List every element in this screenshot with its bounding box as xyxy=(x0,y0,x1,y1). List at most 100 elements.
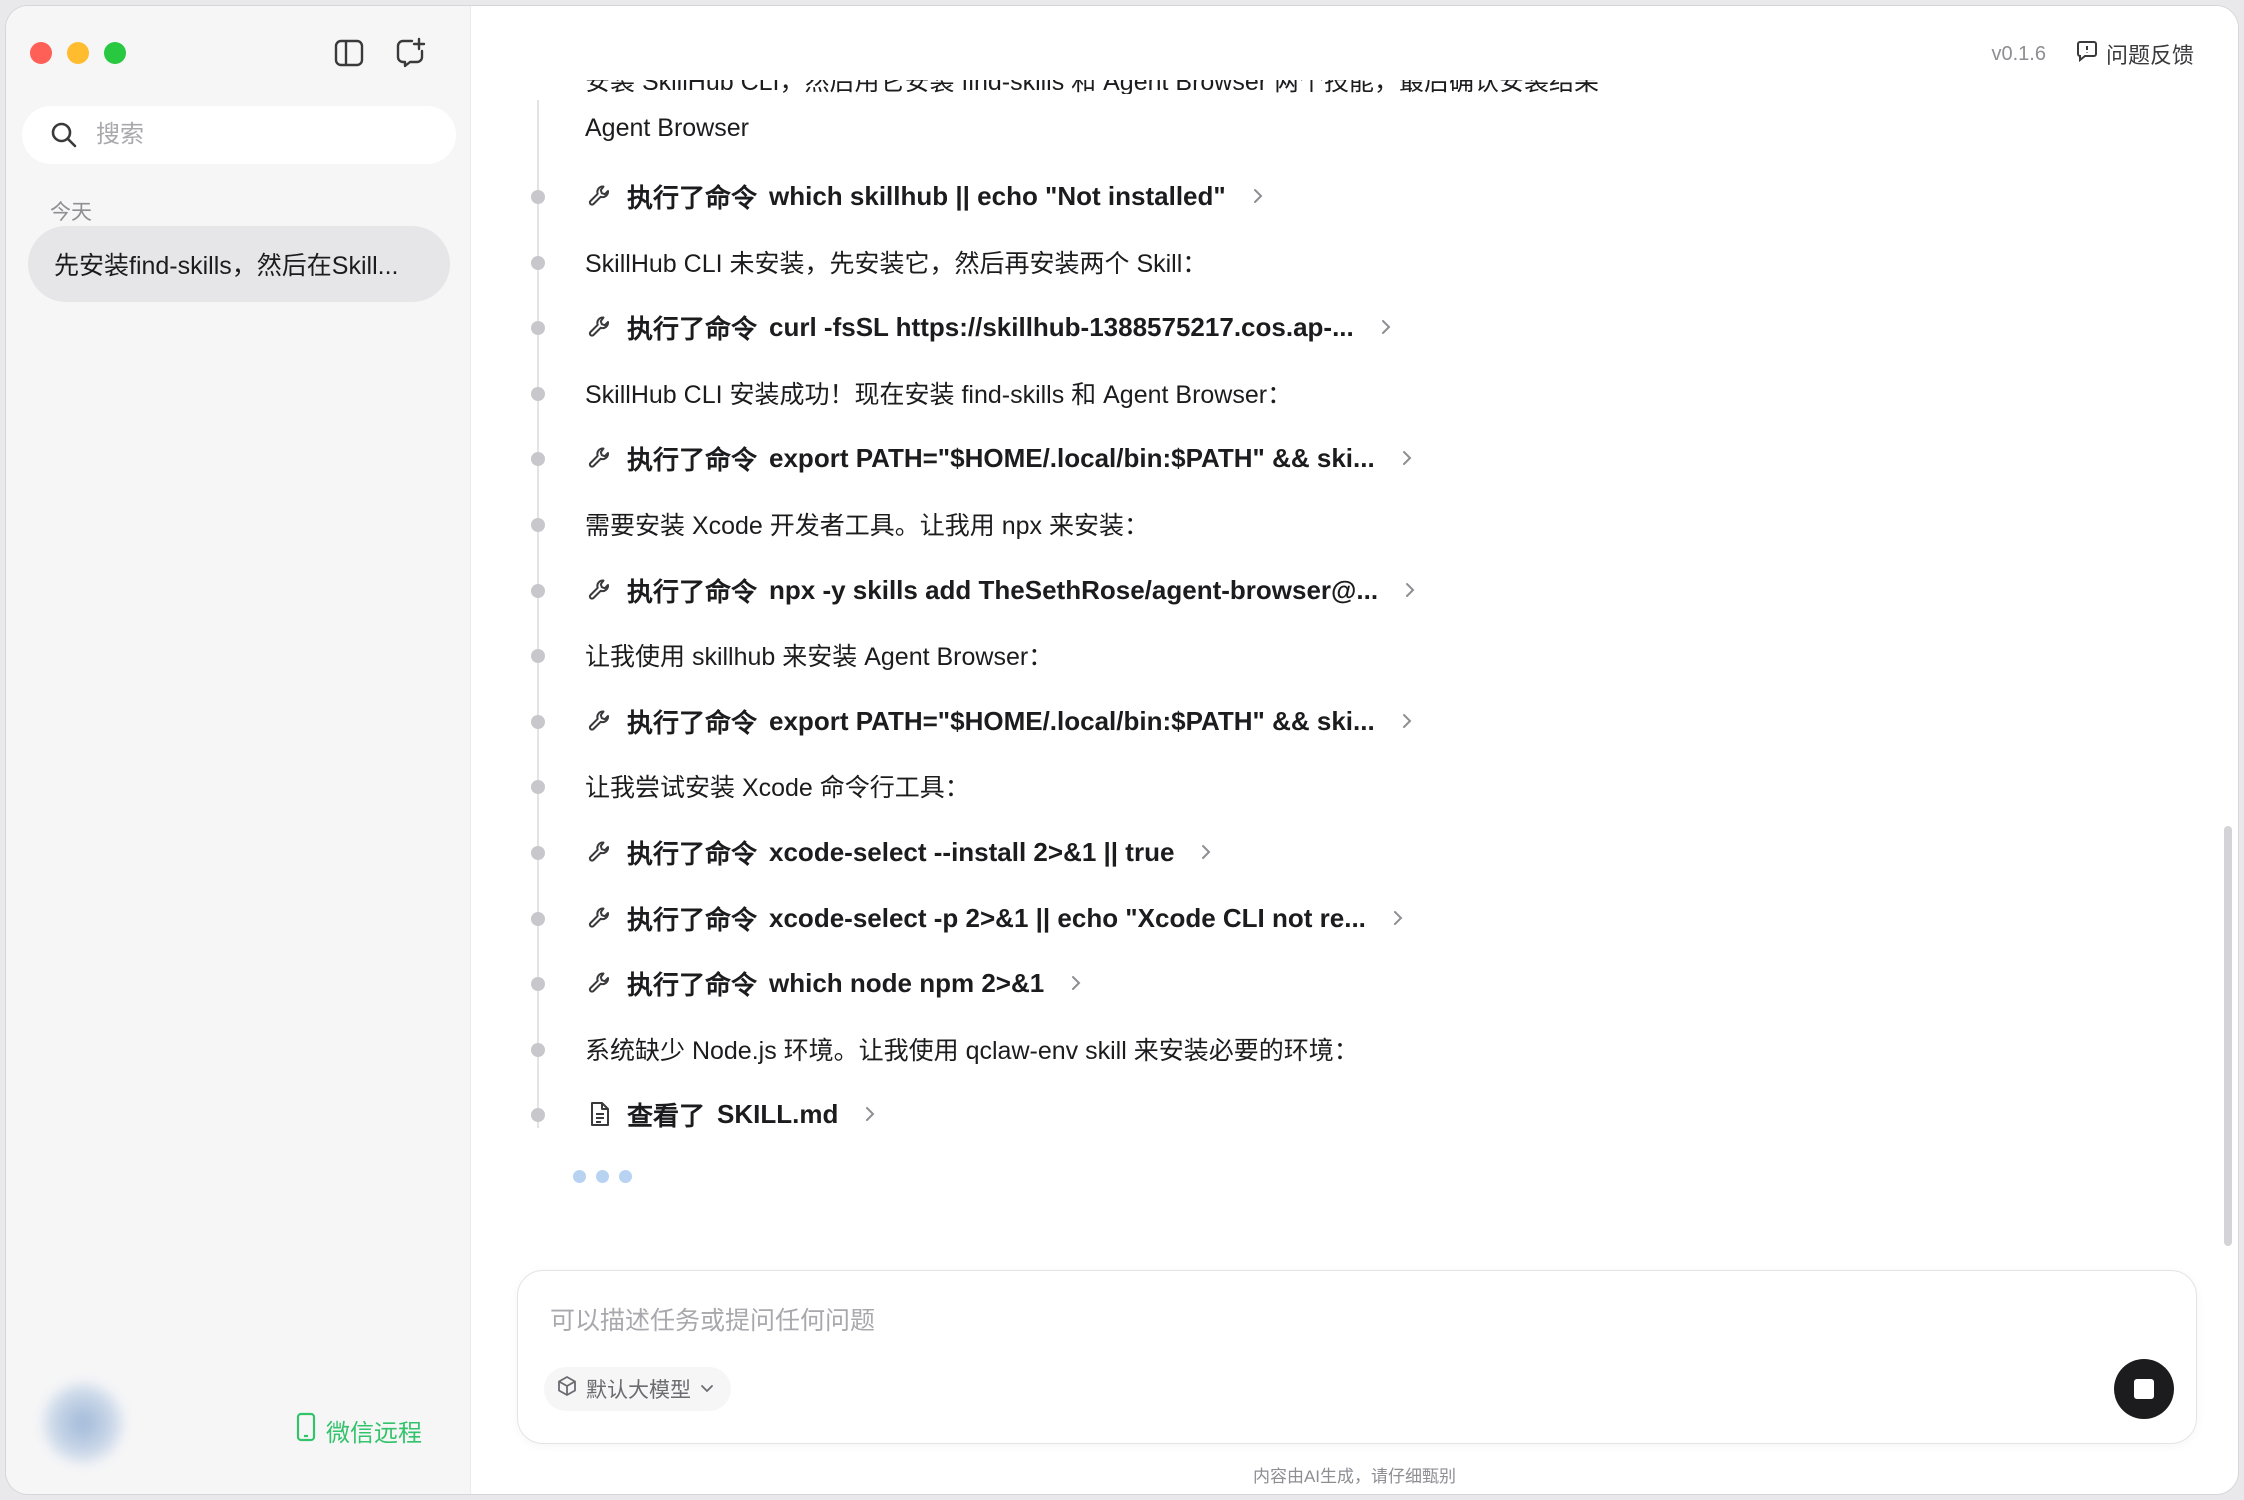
section-label-today: 今天 xyxy=(50,201,92,224)
command-toggle[interactable]: 执行了命令 which node npm 2>&1 xyxy=(585,965,1086,1002)
message-text: 让我尝试安装 Xcode 命令行工具： xyxy=(585,774,970,802)
timeline-dot xyxy=(531,190,545,204)
command-label: 执行了命令 xyxy=(627,444,758,475)
ai-disclaimer: 内容由AI生成，请仔细甄别 xyxy=(1252,1467,1457,1486)
typing-dot xyxy=(596,1170,609,1183)
timeline-line xyxy=(537,100,539,1128)
avatar[interactable] xyxy=(44,1384,122,1462)
timeline-entry-body: 执行了命令 curl -fsSL https://skillhub-1388575… xyxy=(585,307,1396,347)
wrench-icon xyxy=(585,312,615,342)
timeline-entry-body: 执行了命令 xcode-select -p 2>&1 || echo "Xcode… xyxy=(585,898,1408,938)
wrench-icon xyxy=(585,968,615,998)
new-chat-icon[interactable] xyxy=(394,36,428,70)
version-label: v0.1.6 xyxy=(1991,42,2046,65)
search-input[interactable] xyxy=(94,120,418,150)
command-text: xcode-select --install 2>&1 || true xyxy=(769,836,1175,867)
chevron-right-icon[interactable] xyxy=(1070,973,1086,993)
wrench-icon xyxy=(585,443,615,473)
message-input[interactable] xyxy=(548,1299,2052,1343)
stop-button[interactable] xyxy=(2114,1359,2174,1419)
command-toggle[interactable]: 执行了命令 export PATH="$HOME/.local/bin:$PATH… xyxy=(585,440,1417,477)
chevron-right-icon[interactable] xyxy=(864,1104,880,1124)
command-toggle[interactable]: 执行了命令 npx -y skills add TheSethRose/agent… xyxy=(585,572,1420,609)
timeline-dot xyxy=(531,256,545,270)
timeline-entry-body: 执行了命令 which skillhub || echo "Not install… xyxy=(585,176,1268,216)
command-text: curl -fsSL https://skillhub-1388575217.c… xyxy=(769,311,1354,342)
timeline-entry-body: 执行了命令 export PATH="$HOME/.local/bin:$PATH… xyxy=(585,438,1417,478)
timeline-entry-body: 查看了 SKILL.md xyxy=(585,1094,880,1134)
sidebar-toggle-icon[interactable] xyxy=(332,36,366,70)
chevron-right-icon[interactable] xyxy=(1401,448,1417,468)
search-icon xyxy=(50,120,80,150)
feedback-button[interactable]: 问题反馈 xyxy=(2076,38,2194,70)
timeline-dot xyxy=(531,452,545,466)
timeline-entry-body: 让我使用 skillhub 来安装 Agent Browser： xyxy=(585,635,1053,675)
message-text: 系统缺少 Node.js 环境。让我使用 qclaw-env skill 来安装… xyxy=(585,1037,1359,1065)
chevron-right-icon[interactable] xyxy=(1200,842,1216,862)
timeline-entry-body: SkillHub CLI 安装成功！现在安装 find-skills 和 Age… xyxy=(585,373,1292,413)
timeline-dot xyxy=(531,1043,545,1057)
timeline-entry-body: 执行了命令 which node npm 2>&1 xyxy=(585,963,1086,1003)
feedback-icon xyxy=(2076,40,2098,68)
command-text: export PATH="$HOME/.local/bin:$PATH" && … xyxy=(769,705,1375,736)
stop-icon xyxy=(2134,1379,2154,1399)
wechat-remote-button[interactable]: 微信远程 xyxy=(296,1412,422,1449)
command-label: 执行了命令 xyxy=(627,182,758,213)
typing-dot xyxy=(619,1170,632,1183)
wrench-icon xyxy=(585,181,615,211)
chat-list-item[interactable]: 先安装find-skills，然后在Skill... xyxy=(28,226,450,302)
command-toggle[interactable]: 执行了命令 which skillhub || echo "Not install… xyxy=(585,178,1268,215)
command-text: npx -y skills add TheSethRose/agent-brow… xyxy=(769,574,1379,605)
timeline-dot xyxy=(531,715,545,729)
timeline-dot xyxy=(531,977,545,991)
command-label: 执行了命令 xyxy=(627,576,758,607)
chat-title: 先安装find-skills，然后在Skill... xyxy=(54,252,399,280)
chevron-down-icon xyxy=(699,1377,715,1401)
command-toggle[interactable]: 执行了命令 xcode-select --install 2>&1 || true xyxy=(585,834,1216,871)
message-text: SkillHub CLI 安装成功！现在安装 find-skills 和 Age… xyxy=(585,381,1293,409)
timeline-entry-body: 系统缺少 Node.js 环境。让我使用 qclaw-env skill 来安装… xyxy=(585,1029,1359,1069)
wrench-icon xyxy=(585,706,615,736)
message-text: SkillHub CLI 未安装，先安装它，然后再安装两个 Skill： xyxy=(585,250,1208,278)
timeline-dot xyxy=(531,1108,545,1122)
timeline-entry-body: 执行了命令 xcode-select --install 2>&1 || true xyxy=(585,832,1216,872)
app-window: 今天 先安装find-skills，然后在Skill... 微信远程 v0.1.… xyxy=(6,6,2238,1494)
chevron-right-icon[interactable] xyxy=(1252,186,1268,206)
command-text: export PATH="$HOME/.local/bin:$PATH" && … xyxy=(769,442,1375,473)
message-text: 需要安装 Xcode 开发者工具。让我用 npx 来安装： xyxy=(585,512,1149,540)
close-window-button[interactable] xyxy=(30,42,52,64)
sidebar: 今天 先安装find-skills，然后在Skill... 微信远程 xyxy=(6,6,471,1494)
command-label: 执行了命令 xyxy=(627,904,758,935)
chevron-right-icon[interactable] xyxy=(1380,317,1396,337)
timeline-dot xyxy=(531,649,545,663)
command-text: which node npm 2>&1 xyxy=(769,967,1045,998)
command-toggle[interactable]: 执行了命令 xcode-select -p 2>&1 || echo "Xcode… xyxy=(585,900,1408,937)
model-select[interactable]: 默认大模型 xyxy=(544,1367,731,1411)
search-box[interactable] xyxy=(22,106,456,164)
minimize-window-button[interactable] xyxy=(67,42,89,64)
chevron-right-icon[interactable] xyxy=(1404,580,1420,600)
scrollbar[interactable] xyxy=(2224,826,2232,1246)
chevron-right-icon[interactable] xyxy=(1392,908,1408,928)
command-label: 执行了命令 xyxy=(627,707,758,738)
maximize-window-button[interactable] xyxy=(104,42,126,64)
command-label: 执行了命令 xyxy=(627,838,758,869)
file-view-toggle[interactable]: 查看了 SKILL.md xyxy=(585,1096,880,1133)
phone-icon xyxy=(296,1412,316,1449)
timeline-entry-body: 需要安装 Xcode 开发者工具。让我用 npx 来安装： xyxy=(585,504,1149,544)
timeline-entry-body: 让我尝试安装 Xcode 命令行工具： xyxy=(585,766,970,806)
command-label: 执行了命令 xyxy=(627,969,758,1000)
wechat-remote-label: 微信远程 xyxy=(326,1420,422,1447)
command-text: SKILL.md xyxy=(717,1098,839,1129)
window-controls xyxy=(30,42,126,64)
timeline-entry-body: SkillHub CLI 未安装，先安装它，然后再安装两个 Skill： xyxy=(585,242,1207,282)
model-label: 默认大模型 xyxy=(586,1379,691,1402)
timeline-dot xyxy=(531,912,545,926)
message-text: 让我使用 skillhub 来安装 Agent Browser： xyxy=(585,643,1054,671)
command-toggle[interactable]: 执行了命令 curl -fsSL https://skillhub-1388575… xyxy=(585,309,1396,346)
feedback-label: 问题反馈 xyxy=(2105,43,2194,68)
timeline-dot xyxy=(531,584,545,598)
chevron-right-icon[interactable] xyxy=(1401,711,1417,731)
command-toggle[interactable]: 执行了命令 export PATH="$HOME/.local/bin:$PATH… xyxy=(585,703,1417,740)
command-text: xcode-select -p 2>&1 || echo "Xcode CLI … xyxy=(769,902,1366,933)
